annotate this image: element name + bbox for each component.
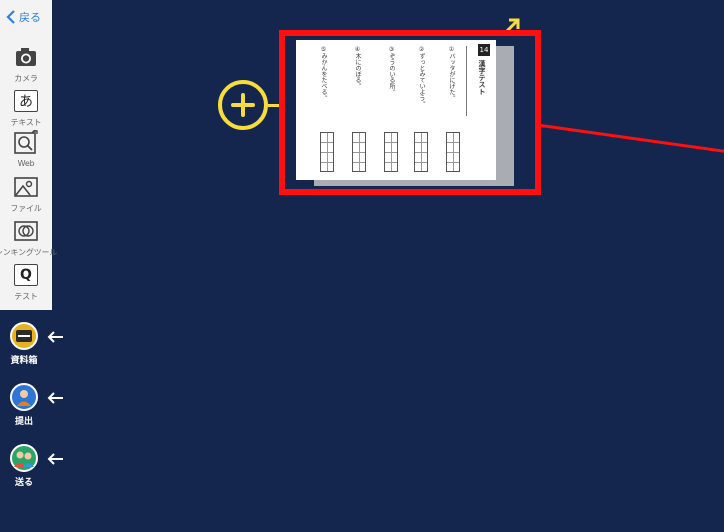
arrow-left-icon <box>47 453 63 465</box>
selection-highlight <box>279 30 541 195</box>
text-icon: あ <box>13 88 39 114</box>
tool-thinking-label: シンキングツール <box>0 248 58 257</box>
back-label: 戻る <box>19 11 41 24</box>
submit-icon <box>10 383 38 411</box>
tool-test[interactable]: Q テスト <box>0 262 52 322</box>
text-glyph: あ <box>14 90 38 112</box>
tool-file-label: ファイル <box>10 204 42 213</box>
image-file-icon <box>13 174 39 200</box>
thinking-tool-icon <box>13 218 39 244</box>
chevron-left-icon <box>6 10 15 24</box>
back-button[interactable]: 戻る <box>6 8 41 26</box>
submit-label: 提出 <box>14 417 33 427</box>
arrow-left-icon <box>47 392 63 404</box>
tool-text-label: テキスト <box>10 118 42 127</box>
tool-test-label: テスト <box>14 292 38 301</box>
test-icon: Q <box>13 262 39 288</box>
send-icon <box>10 444 38 472</box>
add-card-button[interactable] <box>218 80 268 130</box>
tool-web-label: Web <box>17 159 35 168</box>
submit-button[interactable]: 提出 <box>6 383 42 427</box>
test-glyph: Q <box>14 264 38 286</box>
material-box-label: 資料箱 <box>10 356 38 366</box>
material-box-button[interactable]: 資料箱 <box>6 322 42 366</box>
web-search-icon <box>13 130 39 156</box>
send-label: 送る <box>14 478 33 488</box>
send-button[interactable]: 送る <box>6 444 42 488</box>
arrow-left-icon <box>47 331 63 343</box>
material-box-icon <box>10 322 38 350</box>
sidebar-toolbar: 戻る カメラ あ テキスト Web ファイル シンキングツール Q テスト <box>0 0 57 310</box>
tool-camera-label: カメラ <box>14 74 38 83</box>
camera-icon <box>13 44 39 70</box>
highlight-pointer-line <box>540 124 724 154</box>
